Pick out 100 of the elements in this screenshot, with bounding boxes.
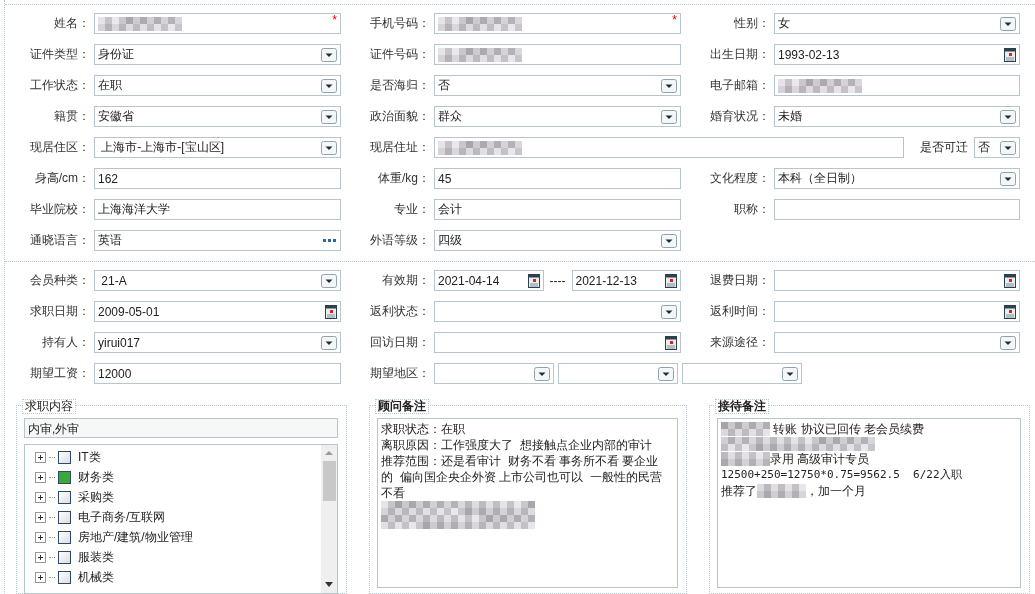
checkbox[interactable] [58, 530, 71, 544]
select-field[interactable]: 身份证 [94, 44, 341, 65]
expand-icon[interactable] [35, 531, 46, 543]
date-field[interactable] [434, 332, 681, 353]
text-field[interactable] [434, 137, 904, 158]
field-label: 婚育状况： [709, 108, 771, 125]
select-field[interactable] [434, 301, 681, 322]
date-field[interactable] [774, 270, 1020, 291]
field-label: 证件号码： [369, 46, 431, 63]
calendar-icon[interactable] [665, 273, 677, 288]
checkbox[interactable] [58, 550, 71, 564]
select-field[interactable] [434, 363, 554, 384]
text-field[interactable]: 12000 [94, 363, 341, 384]
calendar-icon[interactable] [325, 304, 337, 319]
expand-icon[interactable] [35, 491, 46, 503]
expand-icon[interactable] [35, 551, 46, 563]
text-field[interactable]: 上海海洋大学 [94, 199, 341, 220]
field-label: 手机号码： [369, 15, 431, 32]
field-label: 退费日期： [709, 272, 771, 289]
checkbox[interactable] [58, 570, 71, 584]
select-field[interactable] [682, 363, 802, 384]
notes-textarea[interactable]: 求职状态：在职 离职原因：工作强度大了 想接触点企业内部的审计 推荐范围：还是看审计 财务不看 事务所不看 要企业的 偏向国企央企外资 上市公司也可以 一般性的民营不看 [377, 418, 678, 588]
calendar-icon[interactable] [1004, 304, 1016, 319]
text-field[interactable]: * [94, 13, 341, 34]
field-label: 文化程度： [709, 170, 771, 187]
tree-item[interactable]: 房地产/建筑/物业管理 [78, 528, 193, 546]
redacted-block [757, 484, 806, 498]
tree-item[interactable]: 电子商务/互联网 [78, 508, 166, 526]
select-field[interactable]: 上海市-上海市-[宝山区] [94, 137, 341, 158]
text-field[interactable]: * [434, 13, 681, 34]
field-label: 会员种类： [29, 272, 91, 289]
checkbox[interactable] [58, 470, 71, 484]
note-text: 推荐了 [721, 483, 757, 499]
tree-item[interactable]: 财务类 [78, 468, 114, 486]
panel-title: 顾问备注 [375, 399, 429, 414]
select-field[interactable]: 四级 [434, 230, 681, 251]
text-field[interactable] [774, 199, 1020, 220]
note-text: 推荐范围：还是看审计 财务不看 事务所不看 要企业的 偏向国企央企外资 上市公司也可以 一般性的民营不看 [381, 453, 663, 501]
field-label: 来源途径： [709, 334, 771, 351]
field-label: 期望工资： [29, 365, 91, 382]
text-field[interactable]: 162 [94, 168, 341, 189]
expand-icon[interactable] [35, 471, 46, 483]
note-text: 12500+250=12750*0.75=9562.5 6/22入职 [721, 467, 962, 483]
tree-item[interactable]: 采购类 [78, 488, 114, 506]
select-field[interactable]: 安徽省 [94, 106, 341, 127]
select-field[interactable]: 21-A [94, 270, 341, 291]
text-field[interactable] [774, 75, 1020, 96]
note-text: 录用 高级审计专员 [770, 451, 870, 467]
field-label: 性别： [733, 15, 771, 32]
scrollbar[interactable] [321, 445, 337, 593]
select-field[interactable]: 女 [774, 13, 1020, 34]
select-field[interactable]: 否 [974, 137, 1020, 158]
text-field[interactable]: 45 [434, 168, 681, 189]
field-label: 体重/kg： [377, 170, 431, 187]
select-field[interactable]: 本科（全日制） [774, 168, 1020, 189]
select-field[interactable]: 在职 [94, 75, 341, 96]
text-field[interactable] [434, 44, 681, 65]
panel-title: 接待备注 [715, 399, 769, 414]
text-field[interactable]: 会计 [434, 199, 681, 220]
field-label: 工作状态： [29, 77, 91, 94]
notes-textarea[interactable]: 转账 协议已回传 老会员续费 录用 高级审计专员 12500+250=12750*0.75=9562.5 6/22入职 推荐了 ，加一个月 [717, 418, 1021, 588]
filter-field[interactable]: 内审,外审 [24, 418, 338, 438]
calendar-icon[interactable] [665, 335, 677, 350]
date-field[interactable]: 2009-05-01 [94, 301, 341, 322]
date-field[interactable]: 1993-02-13 [774, 44, 1020, 65]
checkbox[interactable] [58, 490, 71, 504]
expand-icon[interactable] [35, 451, 46, 463]
checkbox[interactable] [58, 510, 71, 524]
field-label: 籍贯： [53, 108, 91, 125]
expand-icon[interactable] [35, 511, 46, 523]
date-field[interactable]: 2021-12-13 [571, 270, 681, 291]
tree-item[interactable]: IT类 [78, 448, 101, 466]
tree-item[interactable]: 机械类 [78, 568, 114, 586]
calendar-icon[interactable] [527, 273, 540, 288]
checkbox[interactable] [58, 450, 71, 464]
more-icon[interactable] [323, 238, 337, 243]
select-field[interactable]: yirui017 [94, 332, 341, 353]
range-separator: ---- [548, 273, 567, 288]
expand-icon[interactable] [35, 571, 46, 583]
select-field[interactable] [558, 363, 678, 384]
panel-title: 求职内容 [22, 399, 76, 414]
date-field[interactable]: 2021-04-14 [434, 270, 544, 291]
field-label: 专业： [393, 201, 431, 218]
select-field[interactable]: 否 [434, 75, 681, 96]
calendar-icon[interactable] [1004, 47, 1016, 62]
required-asterisk: * [672, 14, 677, 26]
select-field[interactable] [774, 332, 1020, 353]
field-label: 是否海归： [369, 77, 431, 94]
select-field[interactable]: 群众 [434, 106, 681, 127]
field-label: 期望地区： [369, 365, 431, 382]
select-field[interactable]: 未婚 [774, 106, 1020, 127]
field-label: 姓名： [53, 15, 91, 32]
field-label: 返利时间： [709, 303, 771, 320]
date-field[interactable] [774, 301, 1020, 322]
tree-item[interactable]: 服装类 [78, 548, 114, 566]
field-label: 有效期： [381, 272, 431, 289]
calendar-icon[interactable] [1004, 273, 1016, 288]
lookup-field[interactable]: 英语 [94, 230, 341, 251]
field-label: 是否可迁 [919, 139, 969, 156]
field-label: 职称： [733, 201, 771, 218]
